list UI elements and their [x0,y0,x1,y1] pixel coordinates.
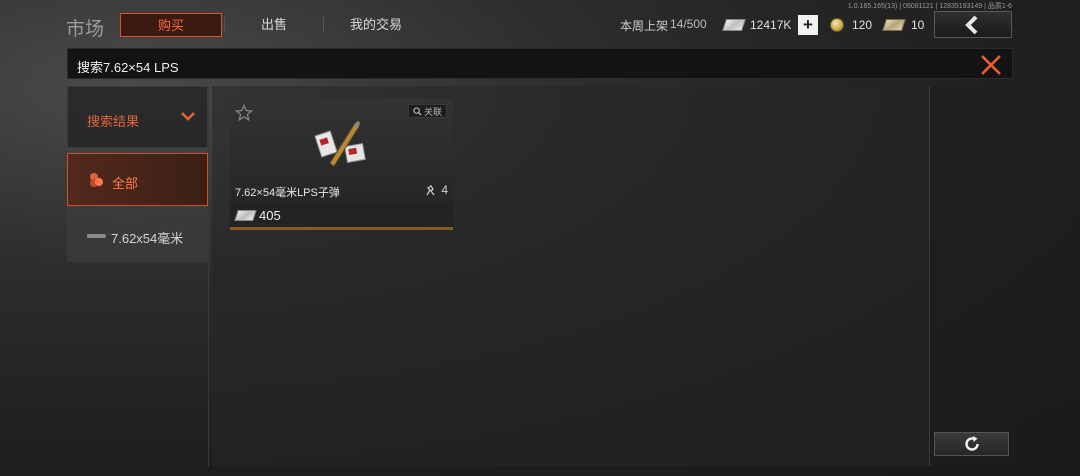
ammo-box-icon [314,120,366,167]
panel-divider [208,86,209,466]
cash-icon [722,19,746,31]
refresh-icon [964,436,979,451]
clear-search-button[interactable] [980,54,1002,76]
refresh-button[interactable] [934,432,1009,456]
chevron-down-icon [181,112,195,121]
tab-sell[interactable]: 出售 [228,13,320,37]
item-price: 405 [259,208,281,223]
sidebar-item-label: 7.62x54毫米 [111,231,184,246]
sidebar-item-label: 全部 [112,176,139,191]
bullet-icon [87,234,106,238]
search-results-dropdown[interactable]: 搜索结果 [67,86,208,148]
cash-value: 12417K [750,18,792,32]
star-icon[interactable] [235,104,253,122]
tab-divider [224,17,225,33]
ticket-value: 10 [911,18,925,32]
seller-icon [426,184,435,195]
item-price-row: 405 [230,202,453,227]
chevron-left-icon [965,15,978,34]
coin-balance: 120 [830,16,872,34]
back-button[interactable] [934,11,1012,38]
page-title: 市场 [66,19,105,40]
search-bar[interactable]: 搜索7.62×54 LPS [67,48,1013,79]
coin-value: 120 [852,18,873,32]
related-label: 关联 [423,106,442,117]
ammo-stack-icon [90,173,103,187]
coin-icon [830,18,844,32]
tab-my-trades[interactable]: 我的交易 [326,13,426,37]
tab-buy[interactable]: 购买 [120,13,222,37]
search-query: 搜索7.62×54 LPS [77,60,179,75]
category-sidebar: 搜索结果 全部 7.62x54毫米 [67,86,208,262]
sidebar-item-all[interactable]: 全部 [67,153,208,206]
right-column [929,86,1013,466]
close-icon [981,55,1001,75]
item-stock: 4 [425,183,448,197]
sidebar-item-7-62x54[interactable]: 7.62x54毫米 [67,210,208,262]
search-icon [413,106,422,116]
ticket-icon [882,19,906,31]
ticket-balance: 10 [882,16,925,34]
tab-divider [323,17,324,33]
cash-balance: 12417K [722,16,792,34]
version-text: 1.0.165.165(13) | 05081121 | 12835193149… [847,3,1012,10]
add-funds-button[interactable]: + [798,15,818,35]
weekly-listing-label: 本周上架 [620,19,669,33]
item-card-underline [230,227,453,230]
search-results-label: 搜索结果 [87,114,140,129]
weekly-listing-count: 14/500 [670,17,707,31]
item-name: 7.62×54毫米LPS子弹 [235,187,340,199]
cash-icon [234,210,257,221]
item-card[interactable]: 关联 7.62×54毫米LPS子弹 4 405 [230,99,453,230]
item-stock-count: 4 [441,183,448,197]
related-button[interactable]: 关联 [407,104,447,118]
